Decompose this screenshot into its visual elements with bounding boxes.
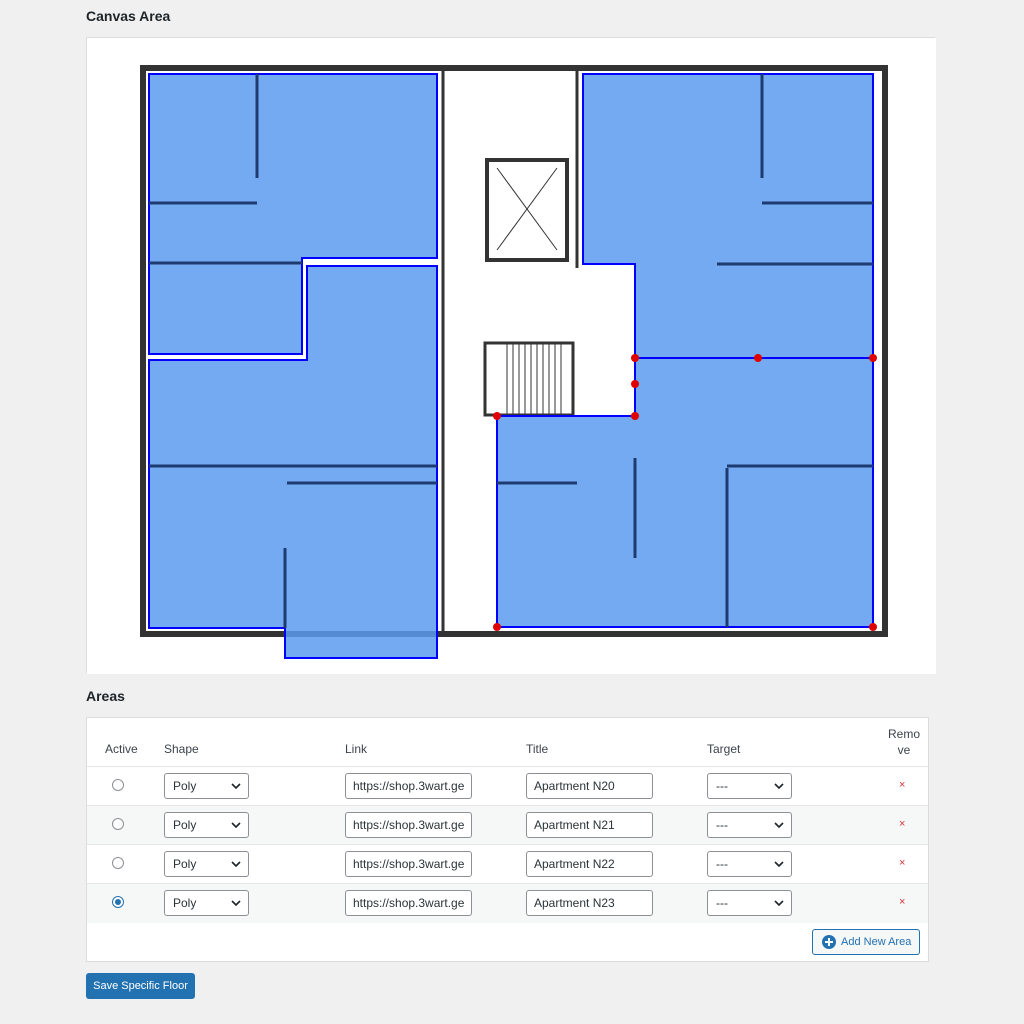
- title-input[interactable]: Apartment N21: [526, 812, 653, 838]
- remove-area-button[interactable]: ×: [899, 818, 905, 830]
- add-new-area-label: Add New Area: [841, 936, 912, 948]
- save-specific-floor-button[interactable]: Save Specific Floor: [86, 973, 195, 999]
- chevron-down-icon: [774, 822, 784, 829]
- active-radio[interactable]: [112, 818, 124, 830]
- title-input[interactable]: Apartment N22: [526, 851, 653, 877]
- remove-area-button[interactable]: ×: [899, 896, 905, 908]
- area-row: Poly https://shop.3wart.ge Apartment N20 --…: [87, 766, 928, 806]
- target-select-value: ---: [716, 818, 728, 832]
- header-active: Active: [105, 742, 138, 756]
- active-radio[interactable]: [112, 857, 124, 869]
- area-row: Poly https://shop.3wart.ge Apartment N22 --…: [87, 844, 928, 884]
- shape-select-value: Poly: [173, 818, 197, 832]
- add-new-area-button[interactable]: Add New Area: [812, 929, 920, 955]
- target-select[interactable]: ---: [707, 812, 792, 838]
- header-link: Link: [345, 742, 368, 756]
- remove-area-button[interactable]: ×: [899, 857, 905, 869]
- header-shape: Shape: [164, 742, 199, 756]
- polygon-vertex[interactable]: [754, 354, 762, 362]
- floor-plan-canvas[interactable]: [87, 38, 936, 674]
- link-input[interactable]: https://shop.3wart.ge: [345, 890, 472, 916]
- polygon-vertex[interactable]: [631, 380, 639, 388]
- polygon-vertex[interactable]: [869, 354, 877, 362]
- shape-select[interactable]: Poly: [164, 890, 249, 916]
- shape-select-value: Poly: [173, 896, 197, 910]
- chevron-down-icon: [231, 861, 241, 868]
- link-input[interactable]: https://shop.3wart.ge: [345, 812, 472, 838]
- shape-select[interactable]: Poly: [164, 812, 249, 838]
- link-input[interactable]: https://shop.3wart.ge: [345, 851, 472, 877]
- area-row: Poly https://shop.3wart.ge Apartment N21 --…: [87, 805, 928, 845]
- header-remove: Remo ve: [887, 727, 920, 757]
- area-row: Poly https://shop.3wart.ge Apartment N23 --…: [87, 883, 928, 923]
- chevron-down-icon: [231, 822, 241, 829]
- target-select-value: ---: [716, 779, 728, 793]
- chevron-down-icon: [774, 783, 784, 790]
- polygon-vertex[interactable]: [631, 412, 639, 420]
- polygon-vertex[interactable]: [493, 623, 501, 631]
- target-select[interactable]: ---: [707, 851, 792, 877]
- link-input[interactable]: https://shop.3wart.ge: [345, 773, 472, 799]
- areas-table: Active Shape Link Title Target Remo ve P…: [86, 717, 929, 962]
- header-title: Title: [526, 742, 549, 756]
- chevron-down-icon: [774, 861, 784, 868]
- canvas-area[interactable]: [86, 37, 936, 674]
- active-radio[interactable]: [112, 896, 124, 908]
- polygon-vertex[interactable]: [493, 412, 501, 420]
- target-select[interactable]: ---: [707, 890, 792, 916]
- title-input[interactable]: Apartment N20: [526, 773, 653, 799]
- polygon-vertex[interactable]: [869, 623, 877, 631]
- active-radio[interactable]: [112, 779, 124, 791]
- plus-circle-icon: [822, 935, 836, 949]
- target-select-value: ---: [716, 857, 728, 871]
- chevron-down-icon: [774, 900, 784, 907]
- shape-select-value: Poly: [173, 779, 197, 793]
- canvas-area-title: Canvas Area: [86, 8, 171, 24]
- chevron-down-icon: [231, 900, 241, 907]
- remove-area-button[interactable]: ×: [899, 779, 905, 791]
- title-input[interactable]: Apartment N23: [526, 890, 653, 916]
- shape-select[interactable]: Poly: [164, 773, 249, 799]
- shape-select-value: Poly: [173, 857, 197, 871]
- shape-select[interactable]: Poly: [164, 851, 249, 877]
- target-select-value: ---: [716, 896, 728, 910]
- areas-title: Areas: [86, 688, 125, 704]
- target-select[interactable]: ---: [707, 773, 792, 799]
- chevron-down-icon: [231, 783, 241, 790]
- polygon-vertex[interactable]: [631, 354, 639, 362]
- header-target: Target: [707, 742, 741, 756]
